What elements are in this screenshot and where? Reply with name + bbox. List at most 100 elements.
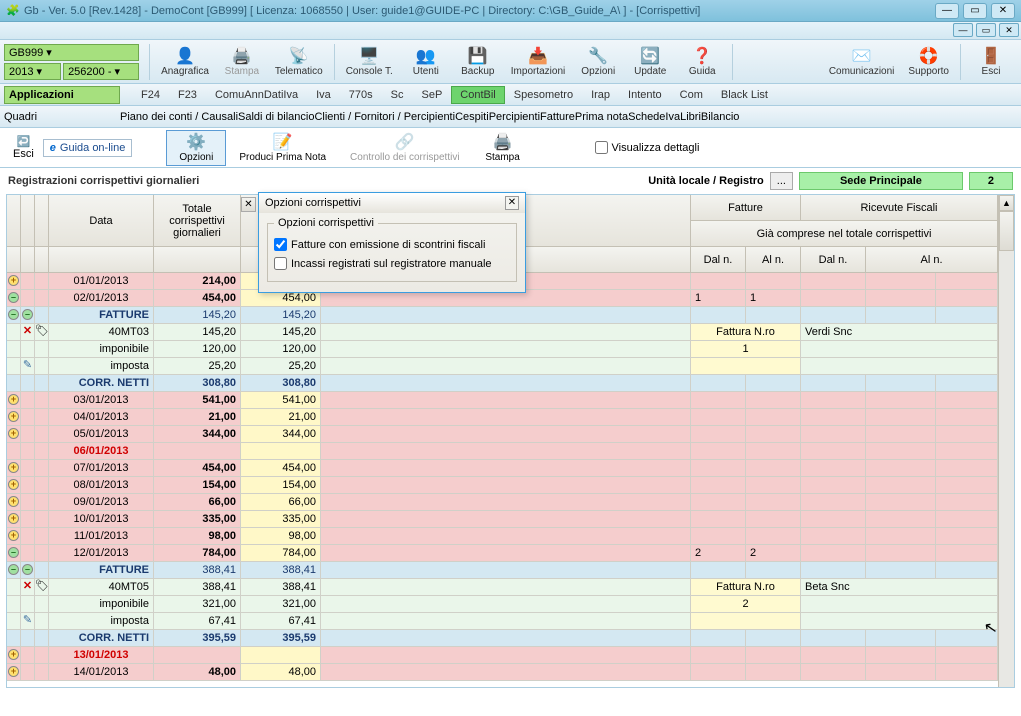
collapse-icon[interactable]: – [22, 309, 33, 320]
table-cell[interactable] [35, 664, 49, 681]
table-cell[interactable] [746, 494, 801, 511]
table-cell[interactable] [321, 494, 691, 511]
table-cell[interactable]: 03/01/2013 [49, 392, 154, 409]
table-cell[interactable] [691, 613, 801, 630]
table-cell[interactable]: 145,20 [241, 324, 321, 341]
collapse-icon[interactable]: – [8, 564, 19, 575]
table-cell[interactable]: 335,00 [241, 511, 321, 528]
tag-icon[interactable]: 🏷 [35, 325, 49, 337]
table-cell[interactable]: + [7, 273, 21, 290]
esci-button[interactable]: 🚪Esci [965, 43, 1017, 80]
table-cell[interactable] [35, 630, 49, 647]
table-cell[interactable] [35, 477, 49, 494]
telematico-button[interactable]: 📡Telematico [268, 43, 330, 80]
table-cell[interactable] [35, 443, 49, 460]
table-cell[interactable] [936, 273, 998, 290]
collapse-icon[interactable]: – [8, 292, 19, 303]
table-cell[interactable] [154, 443, 241, 460]
guida-online-link[interactable]: eGuida on-line [43, 139, 133, 157]
table-cell[interactable] [321, 511, 691, 528]
table-cell[interactable]: 48,00 [154, 664, 241, 681]
edit-icon[interactable]: ✎ [23, 359, 32, 371]
nav2-tab-iva[interactable]: Iva [665, 111, 680, 123]
table-cell[interactable] [866, 290, 936, 307]
year-combo[interactable]: 2013 ▾ [4, 63, 61, 80]
table-cell[interactable]: 10/01/2013 [49, 511, 154, 528]
table-cell[interactable] [801, 477, 866, 494]
minimize-button[interactable]: — [935, 3, 959, 19]
console-button[interactable]: 🖥️Console T. [339, 43, 400, 80]
utenti-button[interactable]: 👥Utenti [400, 43, 452, 80]
nav2-tab-fatture[interactable]: Fatture [540, 111, 575, 123]
table-cell[interactable]: 05/01/2013 [49, 426, 154, 443]
table-cell[interactable] [866, 528, 936, 545]
table-cell[interactable] [746, 477, 801, 494]
table-cell[interactable]: 12/01/2013 [49, 545, 154, 562]
table-cell[interactable]: 98,00 [154, 528, 241, 545]
table-cell[interactable] [321, 392, 691, 409]
mdi-minimize-button[interactable]: — [953, 23, 973, 37]
nav2-tab-clienti-fornitori-percipienti[interactable]: Clienti / Fornitori / Percipienti [314, 111, 455, 123]
table-cell[interactable] [746, 647, 801, 664]
table-cell[interactable] [321, 562, 691, 579]
table-cell[interactable]: – [21, 307, 35, 324]
table-cell[interactable] [746, 426, 801, 443]
table-cell[interactable] [21, 273, 35, 290]
controllo-func-button[interactable]: 🔗Controllo dei corrispettivi [339, 130, 471, 166]
table-cell[interactable]: + [7, 460, 21, 477]
table-cell[interactable] [866, 630, 936, 647]
nav2-tab-piano-dei-conti-causali[interactable]: Piano dei conti / Causali [120, 111, 238, 123]
table-cell[interactable]: – [7, 562, 21, 579]
table-cell[interactable]: + [7, 494, 21, 511]
table-cell[interactable] [21, 630, 35, 647]
table-cell[interactable]: 395,59 [241, 630, 321, 647]
table-cell[interactable] [7, 358, 21, 375]
opzioni-button[interactable]: 🔧Opzioni [572, 43, 624, 80]
table-cell[interactable] [691, 630, 746, 647]
mdi-restore-button[interactable]: ▭ [976, 23, 996, 37]
table-cell[interactable] [35, 307, 49, 324]
chk-incassi-manuale[interactable] [274, 257, 287, 270]
importazioni-button[interactable]: 📥Importazioni [504, 43, 572, 80]
table-cell[interactable] [21, 647, 35, 664]
table-cell[interactable]: 541,00 [241, 392, 321, 409]
table-cell[interactable]: imponibile [49, 341, 154, 358]
table-cell[interactable] [746, 511, 801, 528]
table-cell[interactable]: Fattura N.ro [691, 324, 801, 341]
table-cell[interactable] [691, 562, 746, 579]
table-cell[interactable] [936, 409, 998, 426]
table-cell[interactable] [321, 324, 691, 341]
table-cell[interactable] [7, 613, 21, 630]
table-cell[interactable] [691, 528, 746, 545]
table-cell[interactable]: CORR. NETTI [49, 630, 154, 647]
table-cell[interactable]: – [21, 562, 35, 579]
table-cell[interactable]: 66,00 [154, 494, 241, 511]
anagrafica-button[interactable]: 👤Anagrafica [154, 43, 216, 80]
table-cell[interactable] [691, 511, 746, 528]
col-gia[interactable]: Già comprese nel totale corrispettivi [691, 221, 998, 247]
opzioni-func-button[interactable]: ⚙️Opzioni [166, 130, 226, 166]
table-cell[interactable]: 98,00 [241, 528, 321, 545]
table-cell[interactable] [321, 613, 691, 630]
table-cell[interactable]: 1 [746, 290, 801, 307]
stampa-button[interactable]: 🖨️Stampa [216, 43, 268, 80]
table-cell[interactable] [691, 358, 801, 375]
table-cell[interactable] [866, 273, 936, 290]
vertical-scrollbar[interactable]: ▲ [998, 195, 1014, 687]
expand-icon[interactable]: + [8, 496, 19, 507]
table-cell[interactable] [691, 273, 746, 290]
table-cell[interactable] [691, 460, 746, 477]
table-cell[interactable]: imponibile [49, 596, 154, 613]
update-button[interactable]: 🔄Update [624, 43, 676, 80]
col-aln-r[interactable]: Al n. [866, 247, 998, 273]
table-cell[interactable]: + [7, 528, 21, 545]
table-cell[interactable] [691, 307, 746, 324]
nav1-tab-f24[interactable]: F24 [132, 86, 169, 104]
table-cell[interactable] [936, 477, 998, 494]
table-cell[interactable]: + [7, 409, 21, 426]
table-cell[interactable]: 388,41 [154, 562, 241, 579]
table-cell[interactable] [801, 426, 866, 443]
table-cell[interactable] [7, 324, 21, 341]
delete-icon[interactable]: ✕ [23, 325, 32, 337]
chk-fatture-scontrini[interactable] [274, 238, 287, 251]
